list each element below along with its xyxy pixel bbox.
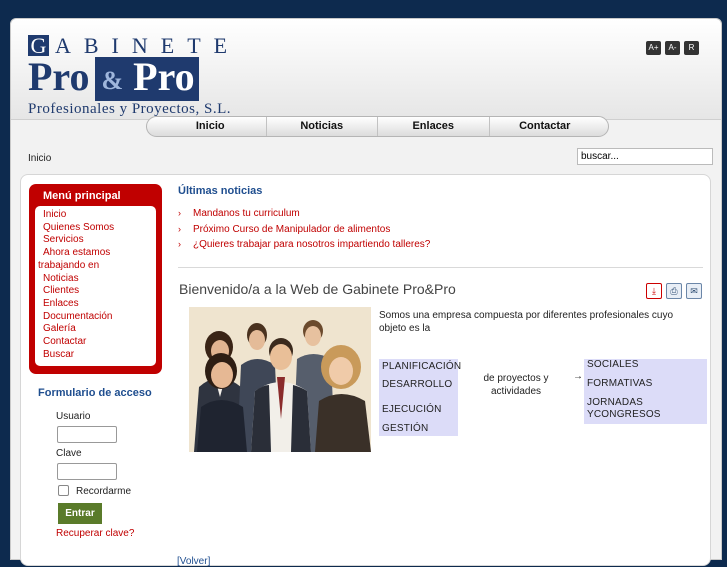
password-field[interactable] <box>57 463 117 480</box>
username-field[interactable] <box>57 426 117 443</box>
search-input[interactable] <box>577 148 713 165</box>
email-icon[interactable]: ✉ <box>686 283 702 299</box>
font-decrease-button[interactable]: A- <box>665 41 680 55</box>
news-item[interactable]: › Mandanos tu curriculum <box>178 206 430 222</box>
bullet-icon: › <box>178 208 181 218</box>
activity-item: DESARROLLO <box>382 379 453 390</box>
nav-contactar[interactable]: Contactar <box>490 117 601 136</box>
bullet-icon: › <box>178 239 181 249</box>
menu-item-quienes-somos[interactable]: Quienes Somos <box>38 222 156 235</box>
menu-item-buscar[interactable]: Buscar <box>38 349 156 362</box>
article-title: Bienvenido/a a la Web de Gabinete Pro&Pr… <box>179 281 456 297</box>
forgot-password-link[interactable]: Recuperar clave? <box>56 528 134 539</box>
divider <box>178 267 703 268</box>
breadcrumb: Inicio <box>28 153 52 164</box>
main-menu-title: Menú principal <box>43 190 121 202</box>
menu-item-ahora-estamos[interactable]: Ahora estamos <box>38 247 156 260</box>
middle-text: de proyectos y actividades <box>483 373 549 397</box>
nav-enlaces[interactable]: Enlaces <box>378 117 490 136</box>
login-form-title: Formulario de acceso <box>38 387 152 399</box>
main-menu-list: Inicio Quienes Somos Servicios Ahora est… <box>35 206 156 366</box>
menu-item-documentacion[interactable]: Documentación <box>38 311 156 324</box>
nav-inicio[interactable]: Inicio <box>155 117 267 136</box>
username-label: Usuario <box>56 411 91 422</box>
area-item: FORMATIVAS <box>587 378 653 389</box>
login-submit-button[interactable]: Entrar <box>58 503 102 524</box>
menu-item-servicios[interactable]: Servicios <box>38 234 156 247</box>
main-menu: Menú principal Inicio Quienes Somos Serv… <box>29 184 162 374</box>
remember-checkbox[interactable] <box>58 485 69 496</box>
site-header: G ABINETE Pro & Pro Profesionales y Proyec… <box>11 19 721 120</box>
font-size-controls: A+ A- R <box>646 41 699 55</box>
menu-item-trabajando-en[interactable]: trabajando en <box>38 260 156 273</box>
area-item: YCONGRESOS <box>587 409 661 420</box>
bullet-icon: › <box>178 223 181 234</box>
team-photo <box>189 307 371 452</box>
font-increase-button[interactable]: A+ <box>646 41 661 55</box>
page-container: G ABINETE Pro & Pro Profesionales y Proyec… <box>10 18 722 567</box>
password-label: Clave <box>56 448 82 459</box>
areas-list: SOCIALES FORMATIVAS JORNADAS YCONGRESOS <box>584 359 707 424</box>
article-actions: ⤓ ⎙ ✉ <box>646 283 702 299</box>
content-area: Menú principal Inicio Quienes Somos Serv… <box>20 174 711 567</box>
main-nav: Inicio Noticias Enlaces Contactar <box>146 116 609 137</box>
area-item: SOCIALES <box>587 359 639 370</box>
area-item: JORNADAS <box>587 397 644 408</box>
menu-item-galeria[interactable]: Galería <box>38 323 156 336</box>
print-icon[interactable]: ⎙ <box>666 283 682 299</box>
activity-item: PLANIFICACIÓN <box>382 361 462 372</box>
menu-item-inicio[interactable]: Inicio <box>38 209 156 222</box>
activity-item: GESTIÓN <box>382 423 429 434</box>
news-item[interactable]: › Próximo Curso de Manipulador de aliment… <box>178 222 430 238</box>
news-list: › Mandanos tu curriculum › Próximo Curso d… <box>178 206 430 253</box>
news-title: Últimas noticias <box>178 185 263 197</box>
remember-label: Recordarme <box>76 486 132 497</box>
back-link[interactable]: [Volver] <box>177 556 210 567</box>
menu-item-noticias[interactable]: Noticias <box>38 273 156 286</box>
menu-item-clientes[interactable]: Clientes <box>38 285 156 298</box>
activity-item: EJECUCIÓN <box>382 404 442 415</box>
font-reset-button[interactable]: R <box>684 41 699 55</box>
logo-title[interactable]: Pro & Pro <box>28 57 199 101</box>
intro-text: Somos una empresa compuesta por diferent… <box>379 310 674 334</box>
arrow-icon: → <box>573 371 583 382</box>
activities-list: PLANIFICACIÓN DESARROLLO EJECUCIÓN GESTI… <box>379 359 462 436</box>
news-item[interactable]: › ¿Quieres trabajar para nosotros imparti… <box>178 237 430 253</box>
nav-noticias[interactable]: Noticias <box>267 117 378 136</box>
pdf-icon[interactable]: ⤓ <box>646 283 662 299</box>
menu-item-enlaces[interactable]: Enlaces <box>38 298 156 311</box>
menu-item-contactar[interactable]: Contactar <box>38 336 156 349</box>
